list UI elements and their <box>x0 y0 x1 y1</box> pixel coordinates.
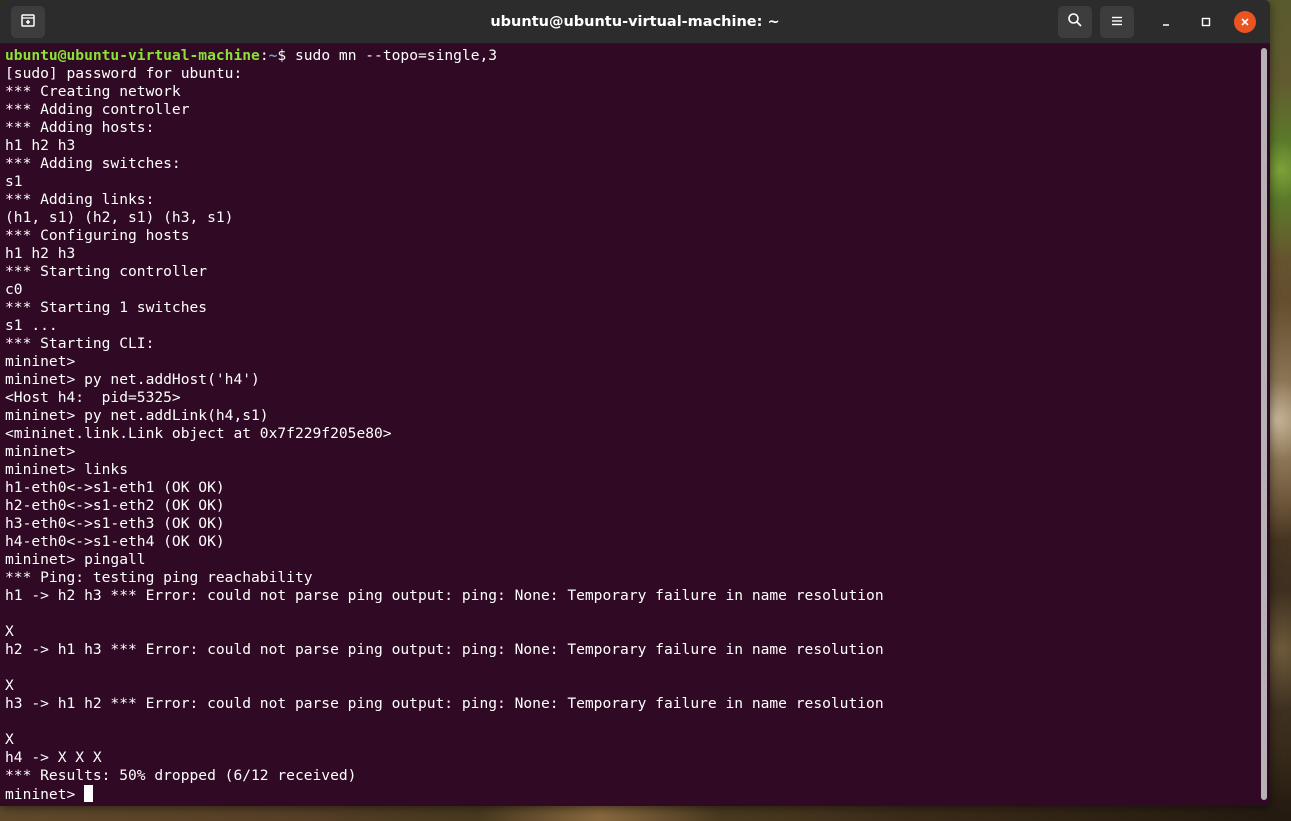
terminal-line: h3 -> h1 h2 *** Error: could not parse p… <box>5 695 884 712</box>
maximize-icon <box>1200 13 1212 32</box>
command-text: sudo mn --topo=single,3 <box>294 47 498 64</box>
output-lines: [sudo] password for ubuntu: *** Creating … <box>5 65 1258 785</box>
terminal-line: [sudo] password for ubuntu: <box>5 65 243 82</box>
terminal-line: h1 h2 h3 <box>5 137 76 154</box>
terminal-line: h1 h2 h3 <box>5 245 76 262</box>
terminal-line: *** Adding controller <box>5 101 190 118</box>
terminal-line: h4 -> X X X <box>5 749 102 766</box>
terminal-line: mininet> <box>5 443 76 460</box>
terminal-line: h2 -> h1 h3 *** Error: could not parse p… <box>5 641 884 658</box>
terminal-line: mininet> links <box>5 461 129 478</box>
terminal-line: *** Starting controller <box>5 263 208 280</box>
terminal-line: *** Starting CLI: <box>5 335 155 352</box>
hamburger-menu-icon <box>1110 13 1124 32</box>
maximize-button[interactable] <box>1195 11 1217 33</box>
text-cursor <box>84 785 94 802</box>
terminal-line: *** Starting 1 switches <box>5 299 208 316</box>
close-button[interactable] <box>1234 11 1256 33</box>
terminal-line: mininet> py net.addHost('h4') <box>5 371 260 388</box>
terminal-line: mininet> <box>5 353 76 370</box>
terminal-line: s1 ... <box>5 317 58 334</box>
prompt-symbol: $ <box>277 47 295 64</box>
title-bar[interactable]: ubuntu@ubuntu-virtual-machine: ~ <box>0 0 1270 44</box>
menu-button[interactable] <box>1100 6 1134 38</box>
terminal-line: *** Ping: testing ping reachability <box>5 569 313 586</box>
close-icon <box>1239 13 1251 32</box>
terminal-line: *** Adding hosts: <box>5 119 155 136</box>
prompt-separator: : <box>259 47 269 64</box>
shell-command-line: ubuntu@ubuntu-virtual-machine:~$ sudo mn… <box>5 47 1258 65</box>
terminal-line: h2-eth0<->s1-eth2 (OK OK) <box>5 497 225 514</box>
terminal-line: <Host h4: pid=5325> <box>5 389 181 406</box>
terminal-line: *** Configuring hosts <box>5 227 190 244</box>
terminal-line: X <box>5 677 14 694</box>
scrollbar[interactable] <box>1261 48 1267 800</box>
terminal-line: (h1, s1) (h2, s1) (h3, s1) <box>5 209 234 226</box>
terminal-window[interactable]: ubuntu@ubuntu-virtual-machine: ~ ubuntu@… <box>0 0 1270 806</box>
terminal-line: h1-eth0<->s1-eth1 (OK OK) <box>5 479 225 496</box>
terminal-line: h3-eth0<->s1-eth3 (OK OK) <box>5 515 225 532</box>
search-icon <box>1067 12 1083 32</box>
terminal-output[interactable]: ubuntu@ubuntu-virtual-machine:~$ sudo mn… <box>0 45 1258 806</box>
terminal-line: h1 -> h2 h3 *** Error: could not parse p… <box>5 587 884 604</box>
minimize-button[interactable] <box>1155 11 1177 33</box>
terminal-line: *** Results: 50% dropped (6/12 received) <box>5 767 357 784</box>
terminal-line: *** Adding links: <box>5 191 155 208</box>
terminal-line: X <box>5 623 14 640</box>
mininet-prompt: mininet> <box>5 786 85 803</box>
search-button[interactable] <box>1058 6 1092 38</box>
terminal-line: h4-eth0<->s1-eth4 (OK OK) <box>5 533 225 550</box>
terminal-line: *** Creating network <box>5 83 181 100</box>
minimize-icon <box>1160 13 1172 32</box>
terminal-line: mininet> py net.addLink(h4,s1) <box>5 407 269 424</box>
prompt-user: ubuntu@ubuntu-virtual-machine <box>5 47 260 64</box>
current-prompt-line[interactable]: mininet> <box>5 785 1258 803</box>
terminal-line: *** Adding switches: <box>5 155 181 172</box>
terminal-line: X <box>5 731 14 748</box>
terminal-line: s1 <box>5 173 23 190</box>
terminal-line: c0 <box>5 281 23 298</box>
terminal-line: <mininet.link.Link object at 0x7f229f205… <box>5 425 392 442</box>
terminal-line: mininet> pingall <box>5 551 146 568</box>
scrollbar-thumb[interactable] <box>1261 48 1267 800</box>
